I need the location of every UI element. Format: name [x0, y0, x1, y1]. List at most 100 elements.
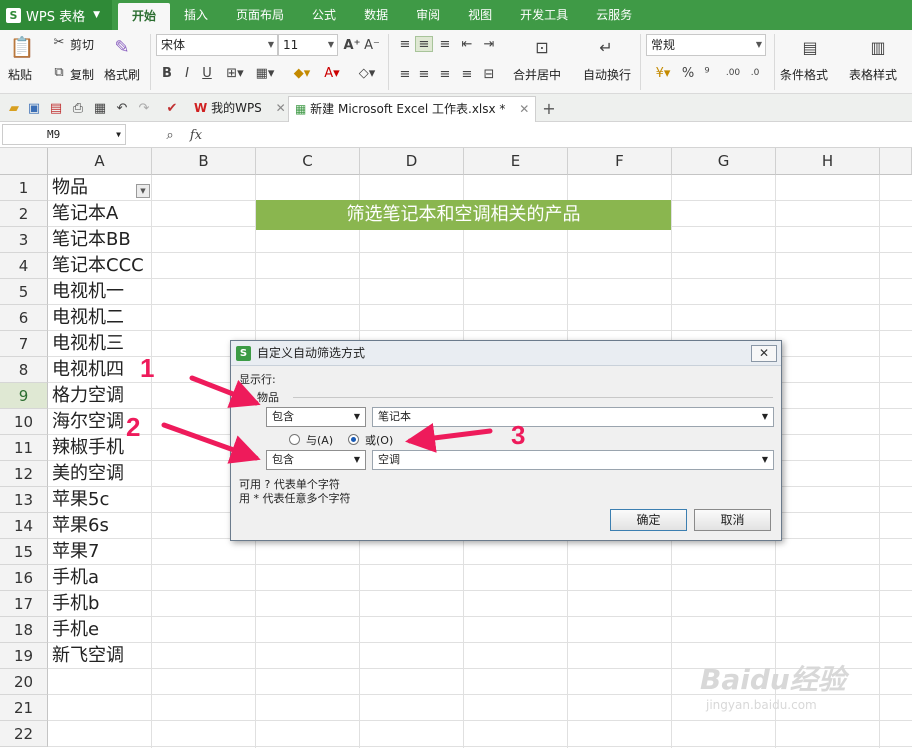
conditional-format-icon[interactable]: ▤	[798, 34, 822, 60]
tab-formulas[interactable]: 公式	[298, 0, 350, 30]
tab-home[interactable]: 开始	[118, 3, 171, 30]
search-icon[interactable]: ⌕	[162, 127, 178, 143]
decrease-decimal-icon[interactable]: .0	[746, 64, 764, 82]
cell-a19[interactable]: 新飞空调	[52, 643, 124, 669]
align-left-icon[interactable]: ≡	[396, 66, 414, 82]
instruction-banner[interactable]: 筛选笔记本和空调相关的产品	[256, 200, 671, 230]
copy-icon[interactable]: ⧉	[52, 64, 66, 80]
wrap-text-button[interactable]: 自动换行	[583, 66, 631, 83]
row-header-14[interactable]: 14	[0, 513, 48, 539]
fill-grid-icon[interactable]: ▦▾	[252, 64, 278, 82]
cell-a14[interactable]: 苹果6s	[52, 513, 109, 539]
row-header-17[interactable]: 17	[0, 591, 48, 617]
thousands-button[interactable]: ⁹	[700, 64, 714, 82]
row-header-4[interactable]: 4	[0, 253, 48, 279]
condition1-value-combo[interactable]: 笔记本 ▼	[372, 407, 774, 427]
row-header-8[interactable]: 8	[0, 357, 48, 383]
cell-a5[interactable]: 电视机一	[52, 279, 124, 305]
cell-a16[interactable]: 手机a	[52, 565, 99, 591]
dialog-title-bar[interactable]: S 自定义自动筛选方式 ✕	[231, 341, 781, 366]
fill-color-icon[interactable]: ◆▾	[288, 64, 316, 82]
condition1-operator-select[interactable]: 包含 ▼	[266, 407, 366, 427]
tab-view[interactable]: 视图	[454, 0, 506, 30]
tab-insert[interactable]: 插入	[170, 0, 222, 30]
pdf-icon[interactable]: ▤	[48, 100, 64, 116]
column-header-g[interactable]: G	[672, 148, 776, 175]
redo-icon[interactable]: ↷	[136, 100, 152, 116]
wrap-text-icon[interactable]: ↵	[594, 34, 618, 60]
row-header-2[interactable]: 2	[0, 201, 48, 227]
distributed-icon[interactable]: ⊟	[480, 66, 498, 82]
row-header-11[interactable]: 11	[0, 435, 48, 461]
or-radio-label[interactable]: 或(O)	[365, 432, 393, 448]
indent-increase-icon[interactable]: ⇥	[480, 36, 498, 52]
row-header-15[interactable]: 15	[0, 539, 48, 565]
tab-developer[interactable]: 开发工具	[506, 0, 582, 30]
row-header-1[interactable]: 1	[0, 175, 48, 201]
condition2-operator-select[interactable]: 包含 ▼	[266, 450, 366, 470]
paste-icon[interactable]: 📋	[10, 34, 35, 60]
cancel-button[interactable]: 取消	[694, 509, 771, 531]
column-header-f[interactable]: F	[568, 148, 672, 175]
number-format-select[interactable]: 常规 ▼	[646, 34, 766, 56]
table-style-button[interactable]: 表格样式	[849, 66, 897, 83]
cell-a7[interactable]: 电视机三	[52, 331, 124, 357]
cell-a4[interactable]: 笔记本CCC	[52, 253, 144, 279]
brush-icon[interactable]: ✎	[110, 34, 134, 60]
condition2-value-combo[interactable]: 空调 ▼	[372, 450, 774, 470]
close-icon[interactable]: ✕	[519, 102, 529, 116]
close-icon[interactable]: ✕	[276, 101, 286, 115]
column-header-e[interactable]: E	[464, 148, 568, 175]
or-radio[interactable]	[348, 434, 359, 445]
doc-tab-my-wps[interactable]: W 我的WPS ✕	[188, 96, 292, 122]
row-header-6[interactable]: 6	[0, 305, 48, 331]
indent-decrease-icon[interactable]: ⇤	[458, 36, 476, 52]
border-icon[interactable]: ⊞▾	[222, 64, 248, 82]
italic-button[interactable]: I	[180, 64, 194, 82]
new-tab-icon[interactable]: +	[541, 99, 557, 118]
cell-a1[interactable]: 物品	[52, 175, 88, 201]
cell-a10[interactable]: 海尔空调	[52, 409, 124, 435]
conditional-format-button[interactable]: 条件格式	[780, 66, 828, 83]
close-icon[interactable]: ✕	[751, 345, 777, 362]
print-icon[interactable]: ⎙	[70, 100, 86, 116]
currency-icon[interactable]: ¥▾	[650, 64, 676, 82]
paste-button[interactable]: 粘贴	[8, 66, 32, 83]
cell-a2[interactable]: 笔记本A	[52, 201, 118, 227]
row-header-9[interactable]: 9	[0, 383, 48, 409]
cell-a13[interactable]: 苹果5c	[52, 487, 109, 513]
folder-icon[interactable]: ▰	[6, 100, 22, 116]
align-top-icon[interactable]: ≡	[396, 36, 414, 52]
column-header-i[interactable]	[880, 148, 912, 175]
ok-button[interactable]: 确定	[610, 509, 687, 531]
filter-dropdown-icon[interactable]: ▼	[136, 184, 150, 198]
font-name-select[interactable]: 宋体 ▼	[156, 34, 278, 56]
row-header-20[interactable]: 20	[0, 669, 48, 695]
cell-a15[interactable]: 苹果7	[52, 539, 99, 565]
column-header-d[interactable]: D	[360, 148, 464, 175]
font-color-icon[interactable]: A▾	[320, 64, 344, 82]
name-box[interactable]: M9 ▼	[2, 124, 126, 145]
quick-access-icon[interactable]: ✔	[164, 100, 180, 116]
row-header-3[interactable]: 3	[0, 227, 48, 253]
cut-button[interactable]: 剪切	[70, 36, 94, 53]
row-header-7[interactable]: 7	[0, 331, 48, 357]
tab-page-layout[interactable]: 页面布局	[222, 0, 298, 30]
underline-button[interactable]: U	[200, 64, 214, 82]
select-all-corner[interactable]	[0, 148, 48, 175]
copy-button[interactable]: 复制	[70, 66, 94, 83]
cell-a18[interactable]: 手机e	[52, 617, 99, 643]
app-menu-button[interactable]: S WPS 表格 ▼	[0, 0, 112, 30]
row-header-18[interactable]: 18	[0, 617, 48, 643]
justify-icon[interactable]: ≡	[458, 66, 476, 82]
save-icon[interactable]: ▣	[26, 100, 42, 116]
cell-a3[interactable]: 笔记本BB	[52, 227, 131, 253]
undo-icon[interactable]: ↶	[114, 100, 130, 116]
bold-button[interactable]: B	[160, 64, 174, 82]
print-preview-icon[interactable]: ▦	[92, 100, 108, 116]
cell-a11[interactable]: 辣椒手机	[52, 435, 124, 461]
column-header-h[interactable]: H	[776, 148, 880, 175]
merge-center-icon[interactable]: ⊡	[530, 34, 554, 60]
cell-a8[interactable]: 电视机四	[52, 357, 124, 383]
cell-a12[interactable]: 美的空调	[52, 461, 124, 487]
